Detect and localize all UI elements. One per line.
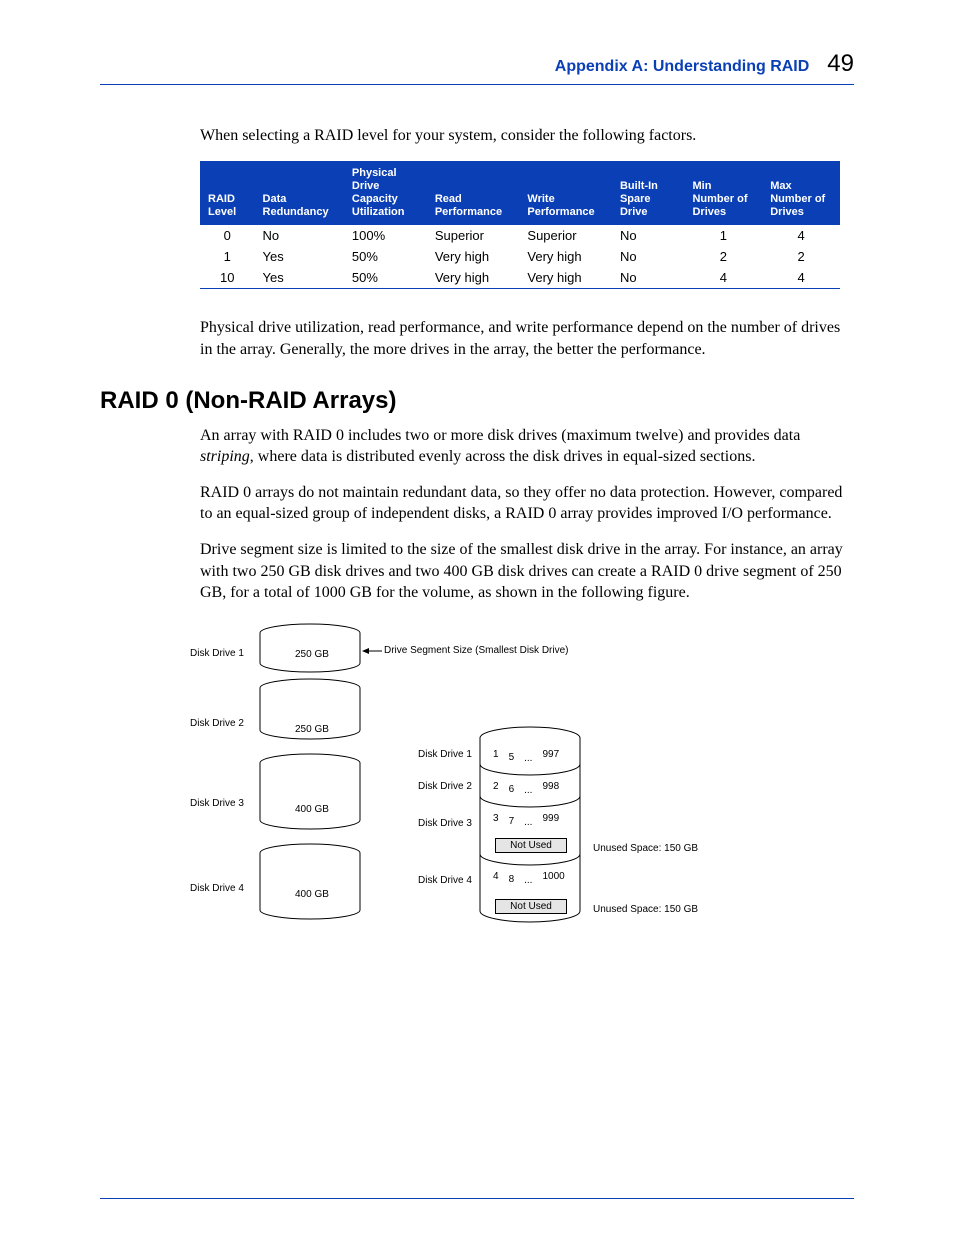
drive-capacity: 250 GB (295, 649, 329, 660)
col-capacity-utilization: Physical Drive Capacity Utilization (344, 161, 427, 226)
drive-capacity: 400 GB (295, 804, 329, 815)
arrow-icon (362, 646, 382, 656)
drive-label: Disk Drive 2 (190, 718, 244, 729)
cylinder-icon (255, 753, 365, 833)
segment-row: 2 6 ... 998 (488, 776, 564, 797)
table-row: 10 Yes 50% Very high Very high No 4 4 (200, 267, 840, 289)
after-table-paragraph: Physical drive utilization, read perform… (200, 317, 854, 360)
cylinder-icon (255, 623, 365, 673)
table-row: 1 Yes 50% Very high Very high No 2 2 (200, 246, 840, 267)
drive-capacity: 250 GB (295, 724, 329, 735)
page-number: 49 (827, 50, 854, 77)
drive-capacity: 400 GB (295, 889, 329, 900)
segment-row: 4 8 ... 1000 (488, 866, 570, 887)
drive-label: Disk Drive 3 (190, 798, 244, 809)
unused-space-label: Unused Space: 150 GB (593, 843, 698, 854)
drive-label: Disk Drive 4 (190, 883, 244, 894)
col-spare-drive: Built-In Spare Drive (612, 161, 685, 226)
raid0-figure: Disk Drive 1 250 GB Disk Drive 2 250 GB … (200, 618, 840, 948)
raid0-paragraph-3: Drive segment size is limited to the siz… (200, 539, 854, 604)
raid0-paragraph-2: RAID 0 arrays do not maintain redundant … (200, 482, 854, 525)
term-striping: striping (200, 448, 250, 465)
not-used-box: Not Used (495, 838, 567, 853)
page-header: Appendix A: Understanding RAID 49 (100, 50, 854, 85)
section-heading: RAID 0 (Non-RAID Arrays) (100, 387, 854, 415)
right-drive-label: Disk Drive 1 (418, 749, 472, 760)
col-read-performance: Read Performance (427, 161, 520, 226)
cylinder-icon (255, 843, 365, 923)
segment-size-label: Drive Segment Size (Smallest Disk Drive) (384, 645, 569, 656)
col-min-drives: Min Number of Drives (684, 161, 762, 226)
appendix-title: Appendix A: Understanding RAID (555, 58, 810, 75)
raid-comparison-table: RAID Level Data Redundancy Physical Driv… (200, 161, 840, 290)
drive-label: Disk Drive 1 (190, 648, 244, 659)
table-row: 0 No 100% Superior Superior No 1 4 (200, 225, 840, 246)
segment-row: 3 7 ... 999 (488, 808, 564, 829)
page: Appendix A: Understanding RAID 49 When s… (0, 0, 954, 1260)
intro-paragraph: When selecting a RAID level for your sys… (200, 125, 854, 147)
not-used-box: Not Used (495, 899, 567, 914)
raid0-paragraph-1: An array with RAID 0 includes two or mor… (200, 425, 854, 468)
col-max-drives: Max Number of Drives (762, 161, 840, 226)
footer-rule (100, 1198, 854, 1200)
right-drive-label: Disk Drive 2 (418, 781, 472, 792)
col-raid-level: RAID Level (200, 161, 255, 226)
unused-space-label: Unused Space: 150 GB (593, 904, 698, 915)
right-drive-label: Disk Drive 4 (418, 875, 472, 886)
col-data-redundancy: Data Redundancy (255, 161, 344, 226)
col-write-performance: Write Performance (519, 161, 612, 226)
right-drive-label: Disk Drive 3 (418, 818, 472, 829)
segment-row: 1 5 ... 997 (488, 744, 564, 765)
